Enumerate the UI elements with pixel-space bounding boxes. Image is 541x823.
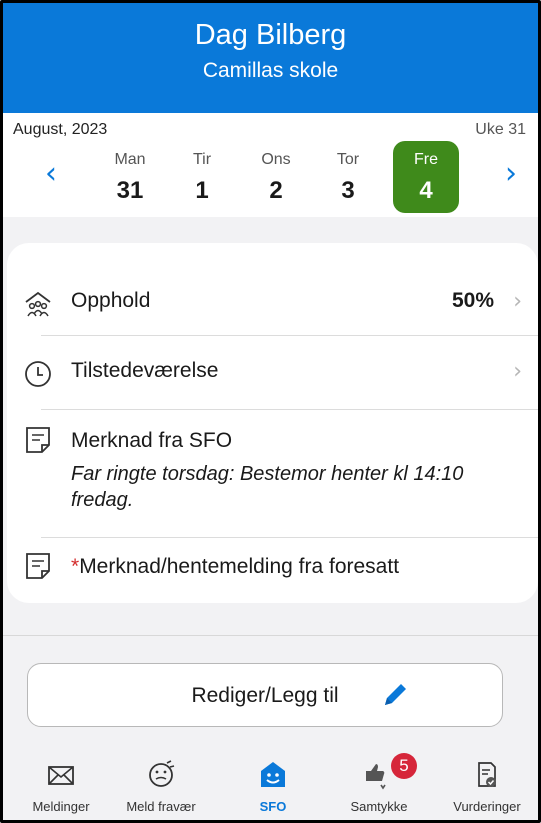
opphold-row[interactable]: Opphold 50% › (7, 285, 538, 335)
chevron-right-icon[interactable]: › (499, 157, 523, 191)
opphold-label: Opphold (71, 289, 151, 312)
assessment-icon (478, 762, 496, 787)
people-house-icon (25, 291, 51, 317)
day-number: 3 (341, 177, 355, 204)
sick-face-icon (149, 760, 175, 787)
divider (41, 409, 538, 410)
tab-meld-fravaer[interactable]: Meld fravær (111, 751, 211, 820)
tab-sfo[interactable]: SFO (223, 751, 323, 820)
divider (41, 537, 538, 538)
day-tuesday[interactable]: Tir 1 (169, 141, 235, 213)
merknad-sfo-note: Far ringte torsdag: Bestemor henter kl 1… (71, 463, 464, 511)
note-icon (26, 553, 50, 579)
edit-add-label: Rediger/Legg til (191, 684, 339, 707)
day-name: Tor (336, 151, 360, 168)
opphold-value: 50% (451, 289, 494, 312)
merknad-foresatt-text: Merknad/hentemelding fra foresatt (79, 555, 400, 578)
tab-samtykke[interactable]: 5 Samtykke (329, 751, 429, 820)
tilstedevaerelse-label: Tilstedeværelse (71, 359, 219, 382)
chevron-left-icon[interactable]: ‹ (39, 157, 63, 191)
divider (41, 335, 538, 336)
sfo-house-icon (261, 762, 285, 787)
merknad-foresatt-label: *Merknad/hentemelding fra foresatt (71, 555, 399, 579)
date-selector: August, 2023 Uke 31 ‹ Man 31 Tir 1 Ons 2… (3, 113, 538, 217)
envelope-icon (48, 766, 74, 785)
clock-icon (25, 361, 51, 387)
samtykke-badge: 5 (391, 753, 417, 779)
merknad-foresatt-row[interactable]: *Merknad/hentemelding fra foresatt (7, 551, 538, 591)
merknad-sfo-label: Merknad fra SFO (71, 429, 233, 452)
day-number: 4 (419, 177, 433, 204)
tab-vurderinger[interactable]: Vurderinger (437, 751, 537, 820)
day-friday-selected[interactable]: Fre 4 (393, 141, 459, 213)
day-name: Ons (261, 151, 291, 168)
pencil-icon (385, 684, 406, 705)
day-name: Fre (414, 151, 438, 168)
day-monday[interactable]: Man 31 (97, 141, 163, 213)
required-mark: * (71, 555, 80, 578)
chevron-right-icon: › (513, 359, 522, 384)
day-wednesday[interactable]: Ons 2 (243, 141, 309, 213)
day-number: 1 (195, 177, 209, 204)
section-divider (3, 635, 538, 636)
tab-label: Samtykke (350, 799, 408, 814)
tab-label: Meld fravær (126, 799, 196, 814)
sfo-details-card: Opphold 50% › Tilstedeværelse › Merknad … (7, 243, 538, 603)
day-number: 31 (116, 177, 144, 204)
tab-meldinger[interactable]: Meldinger (11, 751, 111, 820)
week-label: Uke 31 (475, 121, 526, 138)
tab-label: Vurderinger (453, 799, 521, 814)
chevron-right-icon: › (513, 289, 522, 314)
app-screen: Dag Bilberg Camillas skole August, 2023 … (0, 0, 541, 823)
student-name: Dag Bilberg (194, 19, 347, 51)
bottom-tab-bar: Meldinger Meld fravær SFO 5 Samtykke Vur… (3, 751, 538, 820)
note-icon (26, 427, 50, 453)
day-thursday[interactable]: Tor 3 (315, 141, 381, 213)
month-label: August, 2023 (13, 121, 108, 138)
tab-label: Meldinger (32, 799, 90, 814)
tab-label: SFO (259, 799, 287, 814)
merknad-sfo-row: Merknad fra SFO Far ringte torsdag: Best… (7, 425, 538, 525)
day-name: Tir (192, 151, 212, 168)
edit-add-button[interactable]: Rediger/Legg til (27, 663, 503, 727)
day-number: 2 (269, 177, 283, 204)
header: Dag Bilberg Camillas skole (3, 3, 538, 113)
school-name: Camillas skole (202, 59, 339, 82)
day-name: Man (114, 151, 146, 168)
tilstedevaerelse-row[interactable]: Tilstedeværelse › (7, 355, 538, 405)
